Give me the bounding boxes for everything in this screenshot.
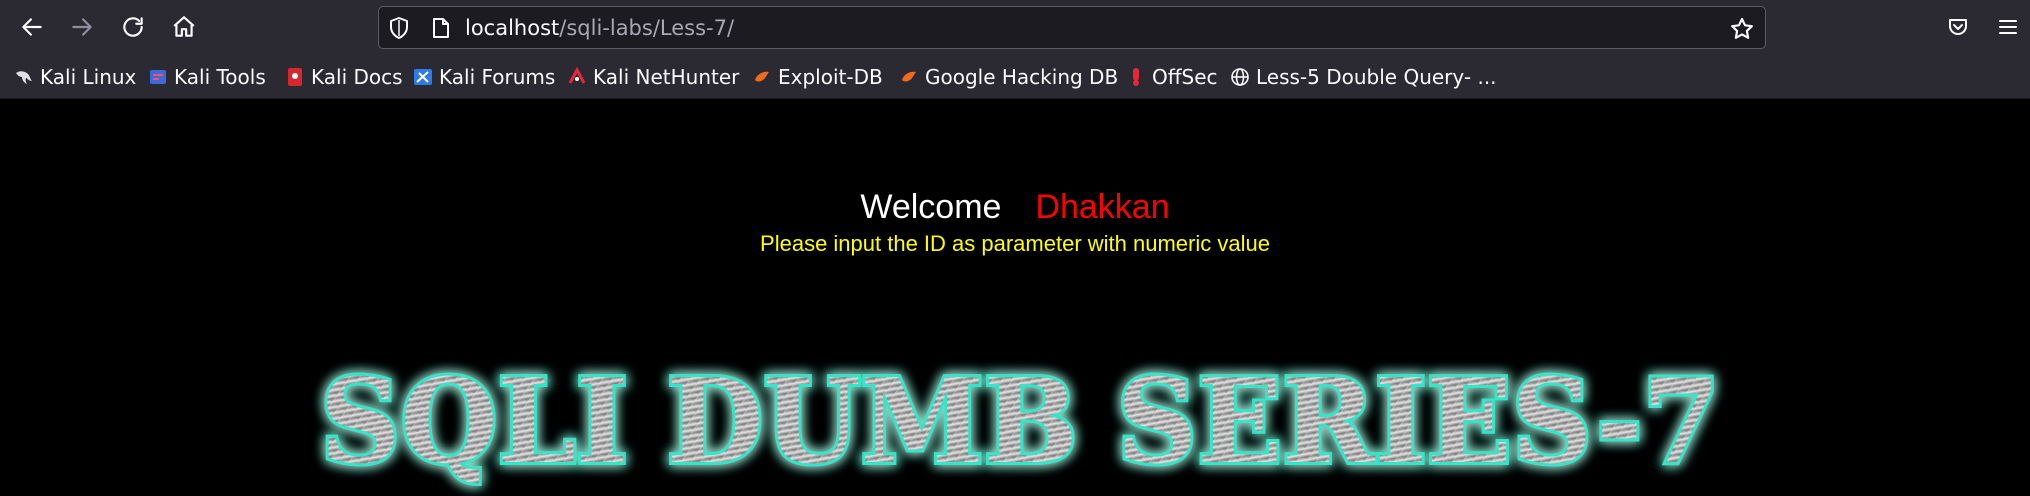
bookmark-kali-linux[interactable]: Kali Linux (14, 62, 136, 92)
bookmark-label: OffSec (1152, 65, 1218, 89)
page-icon[interactable] (429, 16, 453, 40)
bookmark-label: Kali Docs (311, 65, 403, 89)
bookmarks-bar: Kali Linux Kali Tools Kali Docs Kali For… (0, 55, 2030, 99)
bookmark-google-hacking-db[interactable]: Google Hacking DB (899, 62, 1118, 92)
hamburger-menu-icon (1999, 20, 2017, 34)
back-button[interactable] (14, 9, 50, 45)
bookmark-kali-forums[interactable]: Kali Forums (413, 62, 555, 92)
home-button[interactable] (166, 9, 202, 45)
reload-button[interactable] (115, 9, 151, 45)
address-bar[interactable]: localhost/sqli-labs/Less-7/ (378, 6, 1766, 49)
bookmark-label: Less-5 Double Query- ... (1256, 65, 1497, 89)
globe-icon (1230, 67, 1250, 87)
forward-button[interactable] (64, 9, 100, 45)
series-logo: SQLI DUMB SERIES-7 (300, 350, 1740, 496)
url-host: localhost (465, 16, 560, 40)
welcome-line: Welcome Dhakkan (0, 186, 2030, 228)
star-icon[interactable] (1729, 16, 1755, 42)
bookmark-exploit-db[interactable]: Exploit-DB (752, 62, 883, 92)
user-name: Dhakkan (1035, 188, 1170, 226)
shield-icon[interactable] (387, 16, 411, 40)
bookmark-label: Kali Linux (40, 65, 137, 89)
page-content: Welcome Dhakkan Please input the ID as pa… (0, 100, 2030, 496)
bookmark-label: Kali Tools (174, 65, 266, 89)
browser-toolbar: localhost/sqli-labs/Less-7/ (0, 0, 2030, 55)
arrow-left-icon (22, 18, 42, 36)
kali-tools-icon (148, 67, 168, 87)
logo-text: SQLI DUMB SERIES-7 (320, 354, 1720, 490)
welcome-text: Welcome (860, 188, 1002, 226)
kali-docs-icon (285, 67, 305, 87)
arrow-right-icon (72, 18, 92, 36)
bookmark-offsec[interactable]: OffSec (1126, 62, 1218, 92)
instruction-text: Please input the ID as parameter with nu… (760, 231, 1270, 256)
reload-icon (123, 17, 143, 37)
offsec-icon (1126, 67, 1146, 87)
kali-dragon-icon (14, 67, 34, 87)
bookmark-label: Kali NetHunter (593, 65, 740, 89)
series-logo-image: SQLI DUMB SERIES-7 (317, 351, 1723, 493)
bookmark-label: Google Hacking DB (925, 65, 1119, 89)
ghdb-icon (899, 67, 919, 87)
url-path: /sqli-labs/Less-7/ (559, 16, 735, 40)
menu-button[interactable] (1993, 12, 2023, 42)
exploit-db-icon (752, 67, 772, 87)
bookmark-kali-nethunter[interactable]: Kali NetHunter (567, 62, 739, 92)
pocket-button[interactable] (1943, 12, 1973, 42)
bookmark-label: Exploit-DB (778, 65, 883, 89)
bookmark-kali-tools[interactable]: Kali Tools (148, 62, 266, 92)
kali-forums-icon (413, 67, 433, 87)
bookmark-kali-docs[interactable]: Kali Docs (285, 62, 403, 92)
nethunter-icon (567, 67, 587, 87)
home-icon (173, 16, 195, 37)
pocket-icon (1949, 19, 1967, 35)
bookmark-label: Kali Forums (439, 65, 556, 89)
bookmark-less-5[interactable]: Less-5 Double Query- ... (1230, 62, 1497, 92)
url-text[interactable]: localhost/sqli-labs/Less-7/ (465, 15, 734, 41)
